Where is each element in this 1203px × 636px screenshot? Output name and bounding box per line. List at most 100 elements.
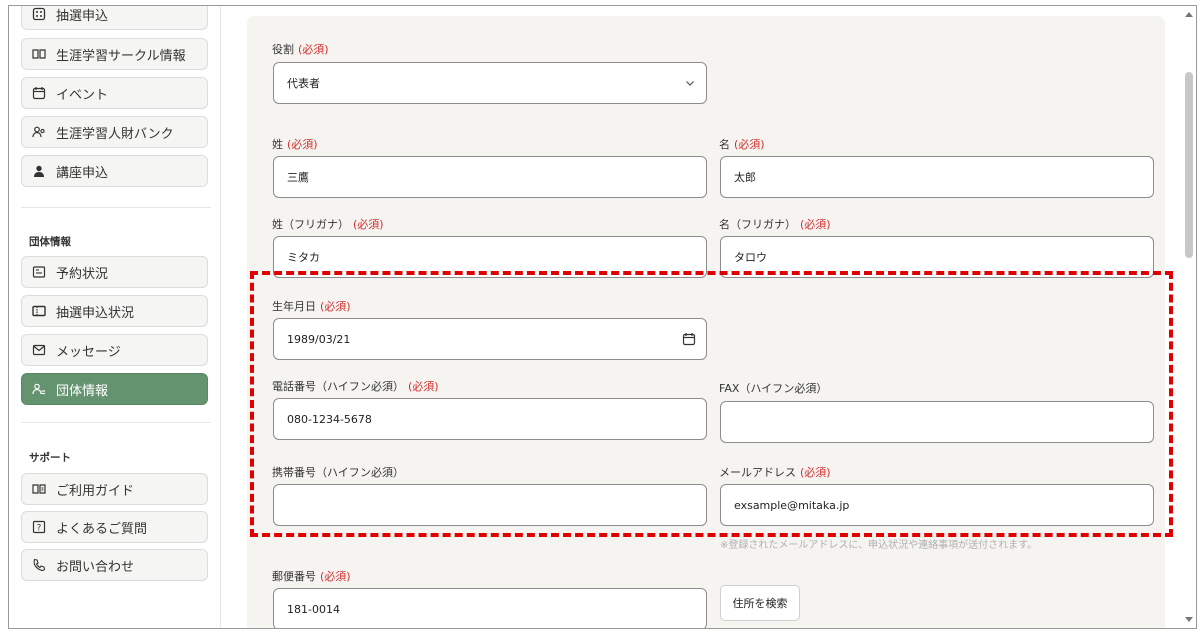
required-mark: (必須) xyxy=(800,466,831,479)
first-name-field[interactable]: 太郎 xyxy=(720,156,1154,198)
sidebar-item-contact[interactable]: お問い合わせ xyxy=(21,549,208,581)
sidebar-item-label: お問い合わせ xyxy=(56,559,135,575)
reservation-icon xyxy=(32,265,46,279)
last-name-value: 三鷹 xyxy=(287,171,309,184)
sidebar-item-label: 抽選申込状況 xyxy=(56,305,135,321)
postal-label: 郵便番号 (必須) xyxy=(272,568,351,584)
sidebar-item-label: メッセージ xyxy=(56,344,121,360)
first-name-label: 名 (必須) xyxy=(719,136,765,152)
email-label: メールアドレス (必須) xyxy=(719,464,831,480)
last-name-label: 姓 (必須) xyxy=(272,136,318,152)
postal-field[interactable]: 181-0014 xyxy=(273,588,707,628)
role-select-value: 代表者 xyxy=(287,77,320,90)
group-icon xyxy=(32,382,46,396)
sidebar-item-label: よくあるご質問 xyxy=(56,521,148,537)
mobile-field[interactable] xyxy=(273,484,707,526)
phone-field[interactable]: 080-1234-5678 xyxy=(273,398,707,440)
email-note: ※登録されたメールアドレスに、申込状況や連絡事項が送付されます。 xyxy=(720,540,1038,551)
scrollbar[interactable] xyxy=(1182,6,1196,628)
section-title-support: サポート xyxy=(29,452,71,464)
phone-value: 080-1234-5678 xyxy=(287,412,372,426)
sidebar-item-org-info[interactable]: 団体情報 xyxy=(21,373,208,405)
role-label: 役割 (必須) xyxy=(272,41,329,57)
phone-label: 電話番号（ハイフン必須） (必須) xyxy=(272,378,439,394)
role-label-text: 役割 xyxy=(272,43,294,56)
sidebar-item-course[interactable]: 講座申込 xyxy=(21,155,208,187)
first-kana-label: 名（フリガナ） (必須) xyxy=(719,216,831,232)
birthdate-value: 1989/03/21 xyxy=(287,332,351,346)
sidebar-divider xyxy=(21,422,211,423)
required-mark: (必須) xyxy=(800,218,831,231)
sidebar-item-label: 予約状況 xyxy=(56,266,109,282)
sidebar-item-label: イベント xyxy=(56,87,109,103)
first-name-value: 太郎 xyxy=(734,171,756,184)
sidebar-item-guide[interactable]: ご利用ガイド xyxy=(21,473,208,505)
sidebar-item-messages[interactable]: メッセージ xyxy=(21,334,208,366)
last-kana-label: 姓（フリガナ） (必須) xyxy=(272,216,384,232)
user-icon xyxy=(32,164,46,178)
required-mark: (必須) xyxy=(408,380,439,393)
scroll-up-arrow-icon[interactable] xyxy=(1185,12,1193,17)
section-title-org: 団体情報 xyxy=(29,236,71,248)
last-kana-value: ミタカ xyxy=(287,251,320,264)
mail-icon xyxy=(32,343,46,357)
sidebar-item-faq[interactable]: ? よくあるご質問 xyxy=(21,511,208,543)
sidebar-item-reservations[interactable]: 予約状況 xyxy=(21,256,208,288)
birthdate-label-text: 生年月日 xyxy=(272,300,316,313)
postal-value: 181-0014 xyxy=(287,602,340,616)
required-mark: (必須) xyxy=(320,570,351,583)
email-label-text: メールアドレス xyxy=(719,466,796,479)
sidebar-item-label: 生涯学習人財バンク xyxy=(56,126,174,142)
birthdate-field[interactable]: 1989/03/21 xyxy=(273,318,707,360)
last-name-field[interactable]: 三鷹 xyxy=(273,156,707,198)
role-select[interactable]: 代表者 xyxy=(273,62,707,104)
sidebar-item-label: 抽選申込 xyxy=(56,8,109,24)
first-kana-value: タロウ xyxy=(734,251,767,264)
help-icon: ? xyxy=(32,520,46,534)
sidebar-item-lottery[interactable]: 抽選申込 xyxy=(21,6,208,30)
required-mark: (必須) xyxy=(320,300,351,313)
sidebar: 抽選申込 生涯学習サークル情報 イベント 生涯学習人財バンク 講座申込 団体情報… xyxy=(9,6,221,628)
calendar-icon xyxy=(32,86,46,100)
app-window: 抽選申込 生涯学習サークル情報 イベント 生涯学習人財バンク 講座申込 団体情報… xyxy=(8,5,1197,629)
mobile-label: 携帯番号（ハイフン必須） xyxy=(272,466,404,479)
svg-text:?: ? xyxy=(37,524,42,534)
required-mark: (必須) xyxy=(298,43,329,56)
scrollbar-thumb[interactable] xyxy=(1185,72,1193,258)
phone-icon xyxy=(32,558,46,572)
chevron-down-icon xyxy=(684,77,696,89)
sidebar-item-events[interactable]: イベント xyxy=(21,77,208,109)
sidebar-item-talent-bank[interactable]: 生涯学習人財バンク xyxy=(21,116,208,148)
phone-label-text: 電話番号（ハイフン必須） xyxy=(272,380,404,393)
last-kana-label-text: 姓（フリガナ） xyxy=(272,218,349,231)
scroll-down-arrow-icon[interactable] xyxy=(1185,617,1193,622)
address-search-button[interactable]: 住所を検索 xyxy=(720,585,800,621)
birthdate-label: 生年月日 (必須) xyxy=(272,298,351,314)
required-mark: (必須) xyxy=(734,138,765,151)
email-field[interactable]: exsample@mitaka.jp xyxy=(720,484,1154,526)
required-mark: (必須) xyxy=(287,138,318,151)
sidebar-item-label: 講座申込 xyxy=(56,165,109,181)
calendar-icon[interactable] xyxy=(682,332,696,346)
ticket-icon xyxy=(32,304,46,318)
last-kana-field[interactable]: ミタカ xyxy=(273,236,707,278)
book-icon xyxy=(32,47,46,61)
postal-label-text: 郵便番号 xyxy=(272,570,316,583)
sidebar-item-label: ご利用ガイド xyxy=(56,483,135,499)
sidebar-item-circle-info[interactable]: 生涯学習サークル情報 xyxy=(21,38,208,70)
main-form-panel: 役割 (必須) 代表者 姓 (必須) 三鷹 名 (必須) 太郎 姓（フリガナ） (必須)… xyxy=(247,16,1165,628)
first-kana-label-text: 名（フリガナ） xyxy=(719,218,796,231)
sidebar-item-lottery-status[interactable]: 抽選申込状況 xyxy=(21,295,208,327)
guide-icon xyxy=(32,482,46,496)
sidebar-item-label: 生涯学習サークル情報 xyxy=(56,48,186,64)
last-name-label-text: 姓 xyxy=(272,138,283,151)
first-name-label-text: 名 xyxy=(719,138,730,151)
lottery-icon xyxy=(32,7,46,21)
email-value: exsample@mitaka.jp xyxy=(734,498,850,512)
fax-field[interactable] xyxy=(720,401,1154,443)
sidebar-divider xyxy=(21,207,211,208)
fax-label: FAX（ハイフン必須） xyxy=(719,382,828,395)
first-kana-field[interactable]: タロウ xyxy=(720,236,1154,278)
required-mark: (必須) xyxy=(353,218,384,231)
people-icon xyxy=(32,125,46,139)
